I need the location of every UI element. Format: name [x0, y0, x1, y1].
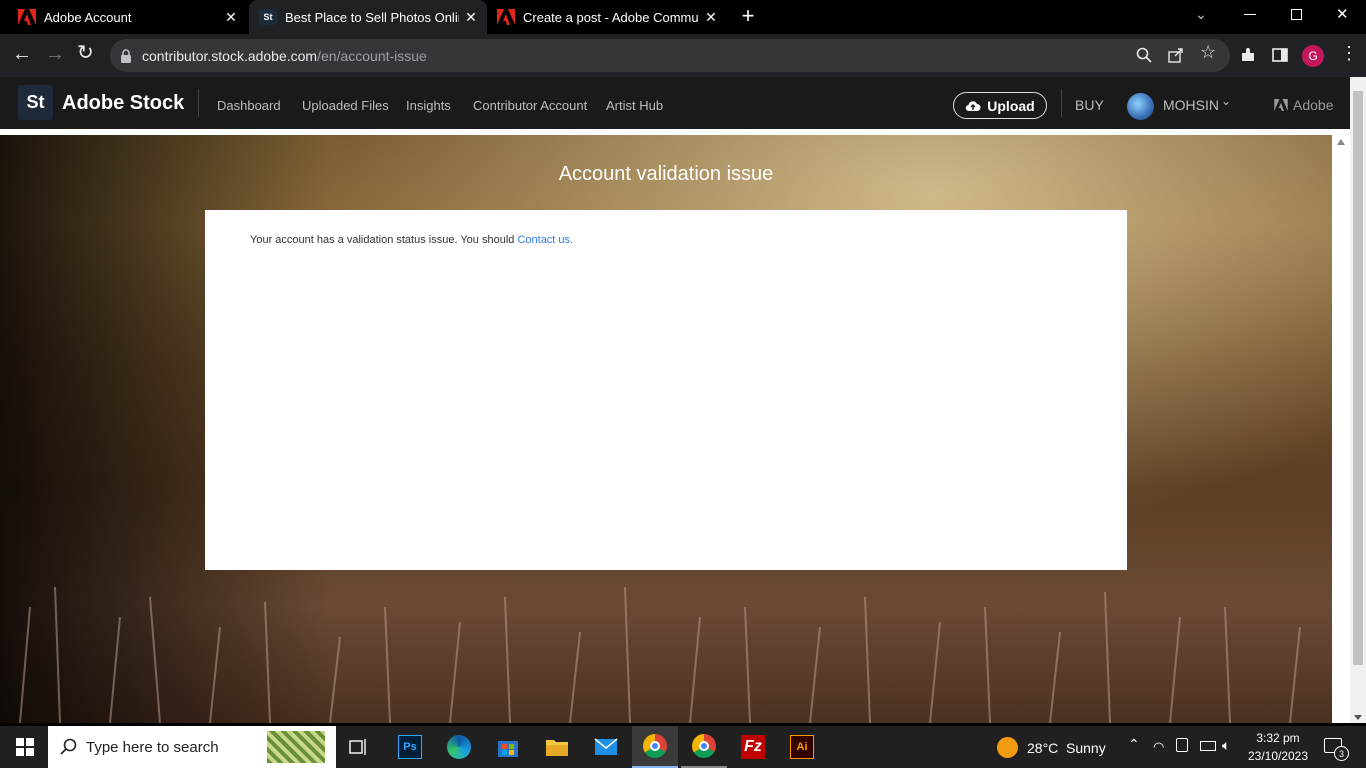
extensions-icon[interactable] [1240, 47, 1256, 63]
browser-scrollbar[interactable] [1350, 77, 1366, 723]
header-divider [198, 89, 199, 117]
weather-description[interactable]: Sunny [1066, 740, 1106, 756]
chevron-down-icon[interactable]: ⌄ [1221, 94, 1231, 108]
validation-message: Your account has a validation status iss… [250, 234, 573, 246]
lavender-stems-decoration [19, 586, 1301, 723]
nav-insights[interactable]: Insights [406, 97, 451, 115]
restore-icon[interactable] [1291, 9, 1302, 20]
new-tab-icon[interactable]: + [737, 5, 759, 28]
tab-adobe-stock[interactable]: St Best Place to Sell Photos Online, ✕ [249, 0, 487, 34]
close-tab-icon[interactable]: ✕ [459, 9, 483, 26]
tab-title: Adobe Account [44, 9, 132, 25]
browser-tab-strip: Adobe Account ✕ St Best Place to Sell Ph… [0, 0, 1366, 34]
reload-icon[interactable]: ↻ [77, 43, 94, 63]
close-tab-icon[interactable]: ✕ [699, 9, 723, 26]
webpage: St Adobe Stock Dashboard Uploaded Files … [0, 77, 1350, 723]
forward-icon[interactable]: → [45, 44, 65, 64]
chrome-profile-g-icon[interactable] [632, 726, 678, 768]
task-view-icon[interactable] [336, 726, 382, 768]
meet-now-icon[interactable] [1176, 738, 1188, 752]
network-icon[interactable]: ◠ [1153, 739, 1164, 755]
store-icon[interactable] [485, 726, 531, 768]
share-icon[interactable] [1168, 47, 1184, 63]
chrome-icon[interactable] [681, 726, 727, 768]
upload-label: Upload [987, 97, 1035, 114]
cloud-upload-icon [966, 100, 981, 111]
edge-icon[interactable] [436, 726, 482, 768]
page-title: Account validation issue [558, 163, 774, 185]
volume-icon[interactable]: 🔈︎ [1222, 737, 1230, 754]
nav-uploaded-files[interactable]: Uploaded Files [302, 97, 389, 115]
weather-temperature[interactable]: 28°C [1027, 740, 1058, 756]
address-bar[interactable]: contributor.stock.adobe.com/en/account-i… [110, 39, 1230, 72]
adobe-label: Adobe [1293, 97, 1334, 113]
url-host: contributor.stock.adobe.com [142, 47, 318, 64]
user-avatar[interactable] [1127, 93, 1154, 120]
message-panel: Your account has a validation status iss… [205, 210, 1127, 570]
windows-start-icon[interactable] [2, 726, 48, 768]
contact-us-link[interactable]: Contact us [517, 234, 570, 246]
zoom-icon[interactable] [1136, 47, 1152, 63]
search-icon [60, 738, 77, 755]
page-scroll-gutter [1332, 135, 1350, 723]
bookmark-star-icon[interactable]: ☆ [1200, 42, 1216, 63]
minimize-icon[interactable] [1244, 14, 1256, 15]
buy-link[interactable]: BUY [1075, 97, 1104, 113]
scroll-up-icon[interactable] [1337, 139, 1345, 145]
tab-adobe-account[interactable]: Adobe Account ✕ [0, 0, 247, 34]
adobe-stock-logo-icon[interactable]: St [18, 85, 53, 120]
tab-title: Best Place to Sell Photos Online, [285, 9, 459, 25]
adobe-logo-icon [18, 9, 36, 25]
tab-adobe-community[interactable]: Create a post - Adobe Commun ✕ [489, 0, 727, 34]
illustrator-icon[interactable]: Ai [779, 726, 825, 768]
nav-dashboard[interactable]: Dashboard [217, 97, 281, 115]
scrollbar-thumb[interactable] [1353, 91, 1363, 665]
notification-count-badge: 3 [1334, 746, 1349, 761]
adobe-stock-favicon-icon: St [259, 9, 277, 25]
close-tab-icon[interactable]: ✕ [219, 9, 243, 26]
upload-button[interactable]: Upload [953, 92, 1047, 119]
tab-title: Create a post - Adobe Commun [523, 9, 699, 25]
search-highlight-image[interactable] [267, 731, 325, 763]
adobe-logo-icon [497, 9, 515, 25]
lock-icon [121, 48, 131, 63]
profile-avatar[interactable]: G [1302, 45, 1324, 67]
tab-search-chevron-icon[interactable]: ⌄ [1195, 6, 1207, 23]
site-header: St Adobe Stock Dashboard Uploaded Files … [0, 77, 1350, 129]
filezilla-icon[interactable]: Fz [730, 726, 776, 768]
url-path: /en/account-issue [317, 47, 427, 64]
windows-taskbar: Type here to search Ps Fz Ai 28°C Sunny … [0, 726, 1366, 768]
search-placeholder: Type here to search [86, 738, 219, 756]
weather-sun-icon[interactable] [997, 737, 1018, 758]
scroll-down-icon[interactable] [1354, 715, 1362, 720]
file-explorer-icon[interactable] [534, 726, 580, 768]
battery-icon[interactable] [1200, 741, 1216, 751]
photoshop-icon[interactable]: Ps [387, 726, 433, 768]
user-name[interactable]: MOHSIN [1163, 97, 1219, 113]
side-panel-icon[interactable] [1272, 47, 1288, 63]
browser-toolbar: ← → ↻ contributor.stock.adobe.com/en/acc… [0, 34, 1366, 77]
message-text: Your account has a validation status iss… [250, 234, 518, 246]
message-period: . [570, 234, 574, 246]
taskbar-search-box[interactable]: Type here to search [48, 726, 336, 768]
clock-date[interactable]: 23/10/2023 [1243, 749, 1313, 763]
site-logo-text[interactable]: Adobe Stock [62, 92, 184, 115]
adobe-link[interactable]: Adobe [1274, 97, 1333, 113]
nav-artist-hub[interactable]: Artist Hub [606, 97, 663, 115]
mail-icon[interactable] [583, 726, 629, 768]
nav-contributor-account[interactable]: Contributor Account [473, 97, 587, 115]
clock-time[interactable]: 3:32 pm [1248, 731, 1308, 745]
browser-menu-icon[interactable]: ⋮ [1340, 44, 1358, 62]
tray-chevron-up-icon[interactable]: ⌃ [1128, 736, 1140, 753]
adobe-logo-icon [1274, 99, 1288, 111]
header-divider [1061, 89, 1062, 117]
close-window-icon[interactable]: ✕ [1336, 5, 1349, 23]
back-icon[interactable]: ← [12, 44, 32, 64]
